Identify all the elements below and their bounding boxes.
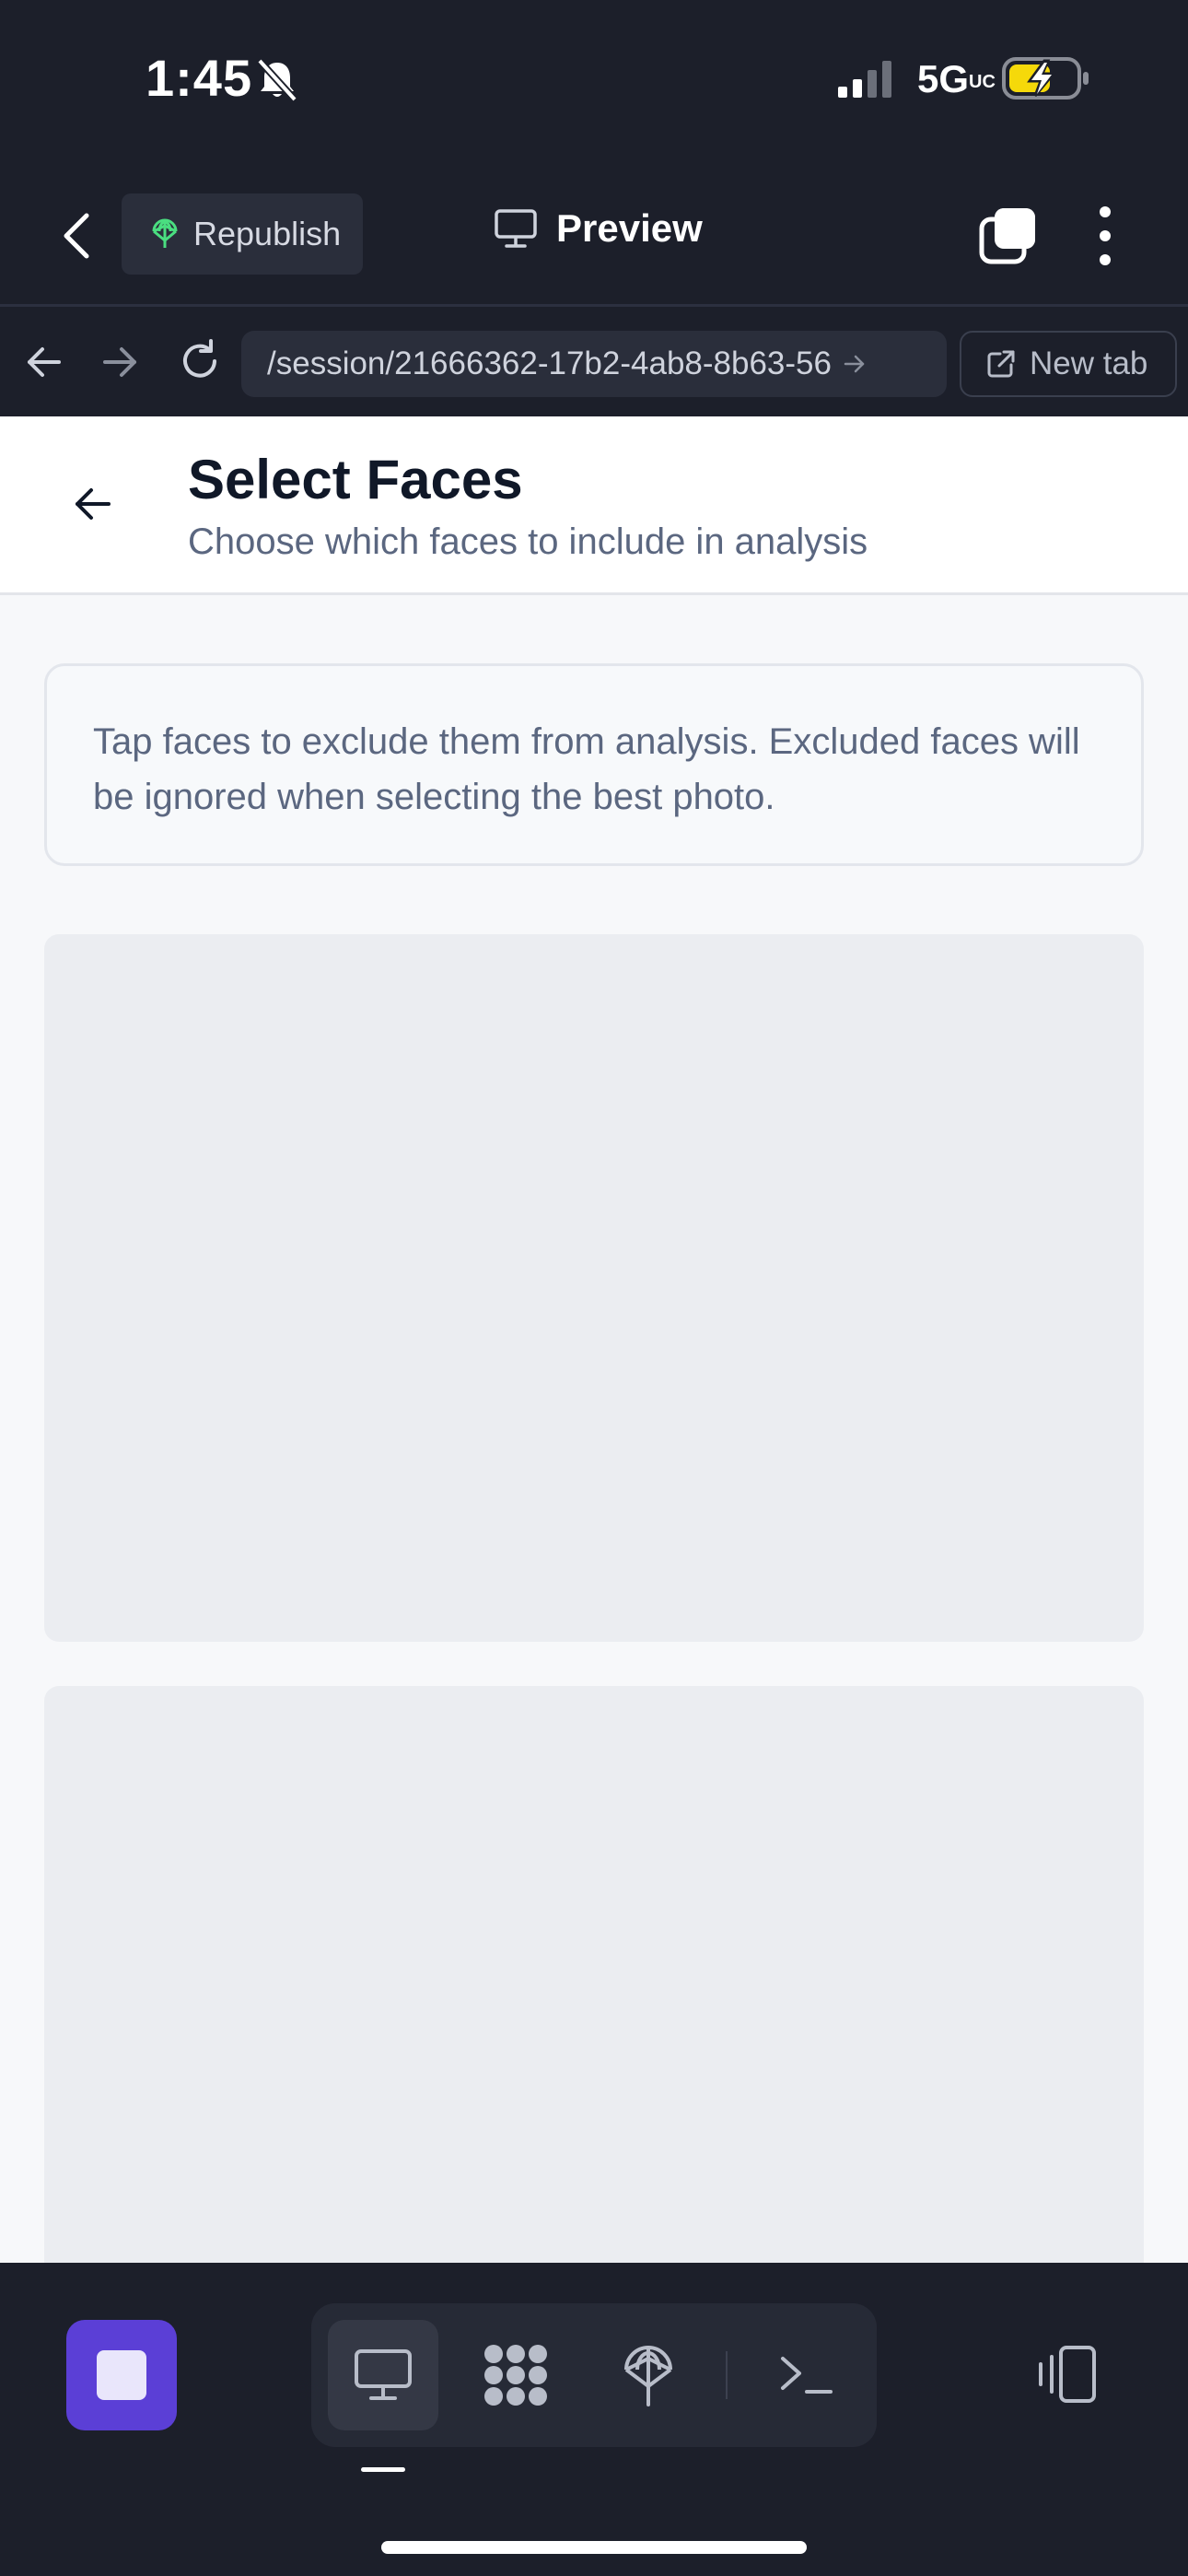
monitor-icon bbox=[495, 209, 537, 248]
active-tab-indicator bbox=[361, 2467, 405, 2472]
external-link-icon bbox=[987, 350, 1015, 378]
new-tab-label: New tab bbox=[1030, 345, 1148, 381]
preview-title: Preview bbox=[494, 206, 703, 251]
app-toolbar: Republish Preview bbox=[0, 175, 1188, 304]
republish-label: Republish bbox=[193, 215, 342, 252]
bell-slash-icon bbox=[257, 58, 297, 102]
bottom-dock bbox=[0, 2263, 1188, 2576]
status-time: 1:45 bbox=[146, 49, 253, 107]
tab-agent[interactable] bbox=[460, 2320, 571, 2430]
network-label: 5GUC bbox=[917, 57, 996, 100]
tab-preview[interactable] bbox=[328, 2320, 438, 2430]
dock-divider bbox=[726, 2351, 728, 2399]
face-photo-placeholder[interactable] bbox=[44, 934, 1144, 1642]
stop-button[interactable] bbox=[66, 2320, 177, 2430]
url-text: /session/21666362-17b2-4ab8-8b63-56 bbox=[267, 345, 832, 381]
chevron-left-icon[interactable] bbox=[55, 208, 101, 263]
signal-icon bbox=[838, 61, 891, 98]
reload-icon[interactable] bbox=[177, 338, 223, 384]
more-vertical-icon[interactable] bbox=[1087, 203, 1124, 269]
republish-button[interactable]: Republish bbox=[122, 193, 363, 275]
battery-charging-icon bbox=[1002, 57, 1089, 100]
dock-tabs bbox=[311, 2303, 877, 2447]
tab-shell[interactable] bbox=[751, 2320, 862, 2430]
face-photo-placeholder[interactable] bbox=[44, 1686, 1144, 2263]
arrow-left-icon[interactable] bbox=[72, 483, 114, 525]
tabs-icon[interactable] bbox=[976, 205, 1041, 269]
browser-bar: /session/21666362-17b2-4ab8-8b63-56 New … bbox=[0, 304, 1188, 416]
status-bar: 1:45 5GUC bbox=[0, 0, 1188, 157]
info-text: Tap faces to exclude them from analysis.… bbox=[93, 721, 1080, 817]
new-tab-button[interactable]: New tab bbox=[960, 331, 1177, 397]
home-indicator bbox=[381, 2541, 807, 2554]
arrow-left-icon[interactable] bbox=[24, 342, 64, 382]
tab-deploy[interactable] bbox=[593, 2320, 704, 2430]
info-box: Tap faces to exclude them from analysis.… bbox=[44, 663, 1144, 866]
arrow-right-icon[interactable] bbox=[99, 342, 140, 382]
terminal-icon bbox=[781, 2357, 833, 2394]
url-bar[interactable]: /session/21666362-17b2-4ab8-8b63-56 bbox=[241, 331, 947, 397]
stop-icon bbox=[97, 2350, 146, 2400]
page-subtitle: Choose which faces to include in analysi… bbox=[188, 521, 868, 562]
deploy-icon bbox=[624, 2346, 672, 2406]
monitor-icon bbox=[355, 2349, 412, 2400]
web-content: Select Faces Choose which faces to inclu… bbox=[0, 416, 1188, 2263]
page-header: Select Faces Choose which faces to inclu… bbox=[0, 416, 1188, 595]
deploy-icon bbox=[152, 218, 178, 248]
page-title: Select Faces bbox=[188, 449, 523, 510]
arrow-right-icon bbox=[844, 355, 865, 373]
preview-label: Preview bbox=[556, 206, 703, 250]
agent-icon bbox=[484, 2345, 547, 2406]
panel-toggle-icon[interactable] bbox=[1033, 2342, 1100, 2408]
